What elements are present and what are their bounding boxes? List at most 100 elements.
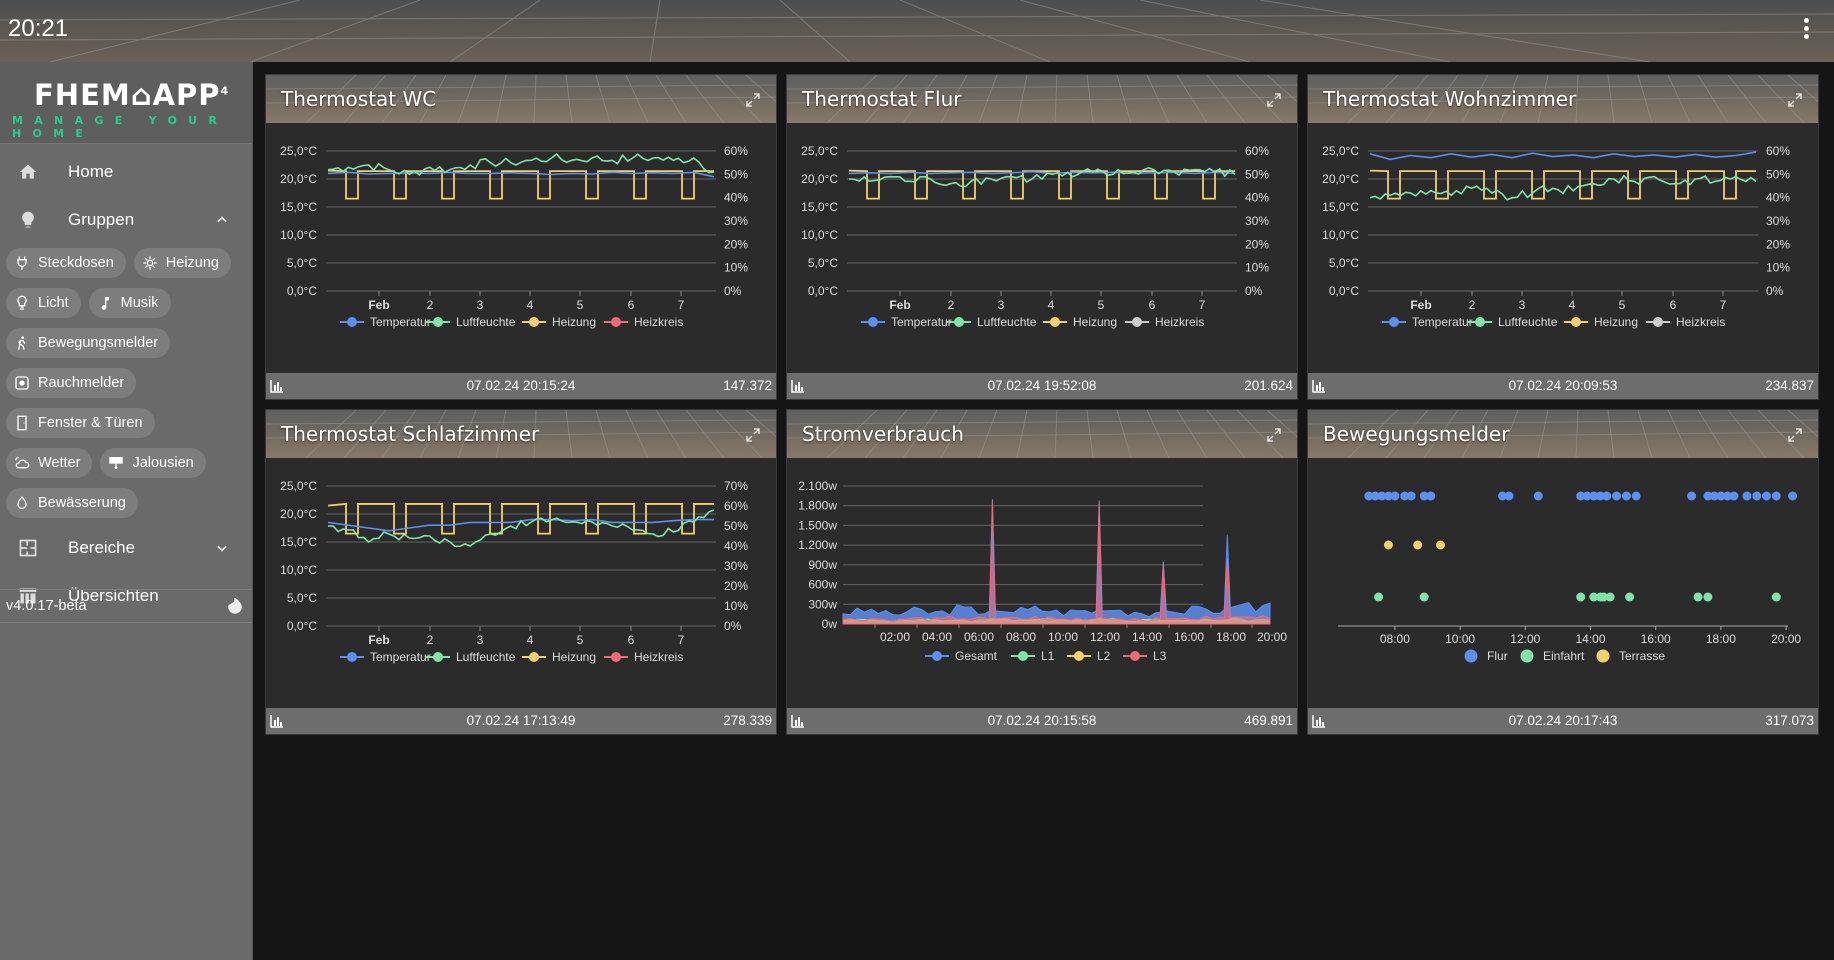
event-point-flur[interactable]: [1390, 491, 1400, 501]
nav-groups[interactable]: Gruppen: [0, 196, 252, 244]
legend-item-heizung[interactable]: Heizung: [1564, 315, 1638, 329]
expand-icon[interactable]: [1788, 93, 1802, 107]
legend-item-temperatur[interactable]: Temperatur: [1382, 315, 1473, 329]
event-point-einfahrt[interactable]: [1625, 592, 1635, 602]
blinds-icon: [106, 453, 126, 473]
event-point-einfahrt[interactable]: [1605, 592, 1615, 602]
event-point-flur[interactable]: [1426, 491, 1436, 501]
legend-item-luftfeuchte[interactable]: Luftfeuchte: [426, 315, 516, 329]
legend-item-luftfeuchte[interactable]: Luftfeuchte: [426, 650, 516, 664]
y2-tick-label: 0%: [1766, 284, 1784, 298]
event-point-terrasse[interactable]: [1436, 540, 1445, 550]
y2-tick-label: 60%: [1766, 144, 1790, 158]
event-point-flur[interactable]: [1631, 491, 1641, 501]
legend-item-l1[interactable]: L1: [1011, 649, 1055, 663]
legend-item-gesamt[interactable]: Gesamt: [925, 649, 998, 663]
event-point-flur[interactable]: [1612, 491, 1622, 501]
event-point-terrasse[interactable]: [1383, 540, 1393, 550]
card-footer: 07.02.24 19:52:08 201.624: [787, 373, 1297, 399]
chip-rauchmelder[interactable]: Rauchmelder: [6, 368, 137, 398]
event-point-einfahrt[interactable]: [1374, 592, 1384, 602]
event-point-einfahrt[interactable]: [1576, 592, 1586, 602]
nav-areas[interactable]: Bereiche: [0, 524, 252, 572]
chip-musik[interactable]: Musik: [88, 288, 171, 318]
legend-item-heizung[interactable]: Heizung: [522, 315, 596, 329]
x-tick-label: Feb: [1410, 298, 1431, 312]
chip-fenster-tueren[interactable]: Fenster & Türen: [6, 408, 155, 438]
event-point-flur[interactable]: [1602, 491, 1612, 501]
x-tick-label: 08:00: [1006, 630, 1036, 644]
nav-home-label: Home: [68, 162, 114, 181]
legend-item-heizung[interactable]: Heizung: [522, 650, 596, 664]
x-tick-label: 7: [678, 633, 685, 647]
y-tick-label: 25,0°C: [280, 144, 317, 158]
legend-item-luftfeuchte[interactable]: Luftfeuchte: [1468, 315, 1558, 329]
card-thermostat-schlafzimmer: Thermostat Schlafzimmer 07.02.24 17:13:49…: [265, 409, 777, 735]
legend-item-temperatur[interactable]: Temperatur: [340, 315, 431, 329]
top-bar: 20:21: [0, 0, 1834, 62]
app-logo[interactable]: FHEM⌂APP4 MANAGE YOUR HOME: [0, 62, 252, 144]
event-point-flur[interactable]: [1742, 491, 1752, 501]
legend-item-heizkreis[interactable]: Heizkreis: [1646, 315, 1725, 329]
nav-home[interactable]: Home: [0, 148, 252, 196]
legend-item-terrasse[interactable]: Terrasse: [1596, 649, 1666, 663]
chip-jalousien[interactable]: Jalousien: [100, 448, 206, 478]
expand-icon[interactable]: [1267, 428, 1281, 442]
chip-bewegungsmelder[interactable]: Bewegungsmelder: [6, 328, 171, 358]
expand-icon[interactable]: [746, 93, 760, 107]
card-title: Thermostat WC: [281, 87, 437, 111]
legend-item-temperatur[interactable]: Temperatur: [340, 650, 431, 664]
event-point-terrasse[interactable]: [1413, 540, 1423, 550]
weather-icon: [12, 453, 32, 473]
logo-tagline: MANAGE YOUR HOME: [12, 114, 229, 140]
chip-heizung[interactable]: Heizung: [133, 248, 231, 278]
event-point-flur[interactable]: [1788, 491, 1798, 501]
expand-icon[interactable]: [1267, 93, 1281, 107]
series-temperatur: [1369, 151, 1757, 161]
x-tick-label: 3: [477, 633, 484, 647]
y2-tick-label: 60%: [724, 144, 748, 158]
legend-item-heizkreis[interactable]: Heizkreis: [604, 650, 683, 664]
chip-bewaesserung[interactable]: Bewässerung: [6, 488, 138, 518]
legend-item-flur[interactable]: Flur: [1464, 649, 1508, 663]
event-point-flur[interactable]: [1533, 491, 1543, 501]
legend-item-heizung[interactable]: Heizung: [1043, 315, 1117, 329]
chevron-up-icon[interactable]: [212, 210, 232, 230]
event-point-flur[interactable]: [1771, 491, 1781, 501]
chip-steckdosen[interactable]: Steckdosen: [6, 248, 126, 278]
chip-licht[interactable]: Licht: [6, 288, 81, 318]
expand-icon[interactable]: [1788, 428, 1802, 442]
event-point-flur[interactable]: [1687, 491, 1697, 501]
x-tick-label: 5: [1619, 298, 1626, 312]
record-count: 201.624: [1244, 378, 1293, 393]
event-point-flur[interactable]: [1504, 491, 1514, 501]
legend-item-l3[interactable]: L3: [1123, 649, 1167, 663]
legend-item-temperatur[interactable]: Temperatur: [861, 315, 952, 329]
legend-item-heizkreis[interactable]: Heizkreis: [604, 315, 683, 329]
event-point-einfahrt[interactable]: [1703, 592, 1713, 602]
event-point-flur[interactable]: [1729, 491, 1739, 501]
chevron-down-icon[interactable]: [212, 538, 232, 558]
legend-label: Heizung: [1073, 315, 1117, 329]
event-point-einfahrt[interactable]: [1771, 592, 1781, 602]
card-header: Thermostat Wohnzimmer: [1308, 75, 1818, 123]
refresh-icon[interactable]: [226, 598, 244, 616]
event-point-flur[interactable]: [1752, 491, 1762, 501]
legend-item-l2[interactable]: L2: [1067, 649, 1111, 663]
legend-item-luftfeuchte[interactable]: Luftfeuchte: [947, 315, 1037, 329]
event-point-einfahrt[interactable]: [1693, 592, 1703, 602]
more-menu-icon[interactable]: [1802, 18, 1810, 42]
legend-item-einfahrt[interactable]: Einfahrt: [1520, 649, 1586, 663]
y-tick-label: 0w: [822, 617, 838, 631]
y2-tick-label: 50%: [724, 167, 748, 181]
event-point-flur[interactable]: [1406, 491, 1416, 501]
expand-icon[interactable]: [746, 428, 760, 442]
bulb-icon: [12, 293, 32, 313]
legend-item-heizkreis[interactable]: Heizkreis: [1125, 315, 1204, 329]
event-point-flur[interactable]: [1621, 491, 1631, 501]
event-point-flur[interactable]: [1762, 491, 1771, 501]
event-point-einfahrt[interactable]: [1419, 592, 1429, 602]
walking-person-icon: [12, 333, 32, 353]
y2-tick-label: 30%: [724, 214, 748, 228]
chip-wetter[interactable]: Wetter: [6, 448, 93, 478]
